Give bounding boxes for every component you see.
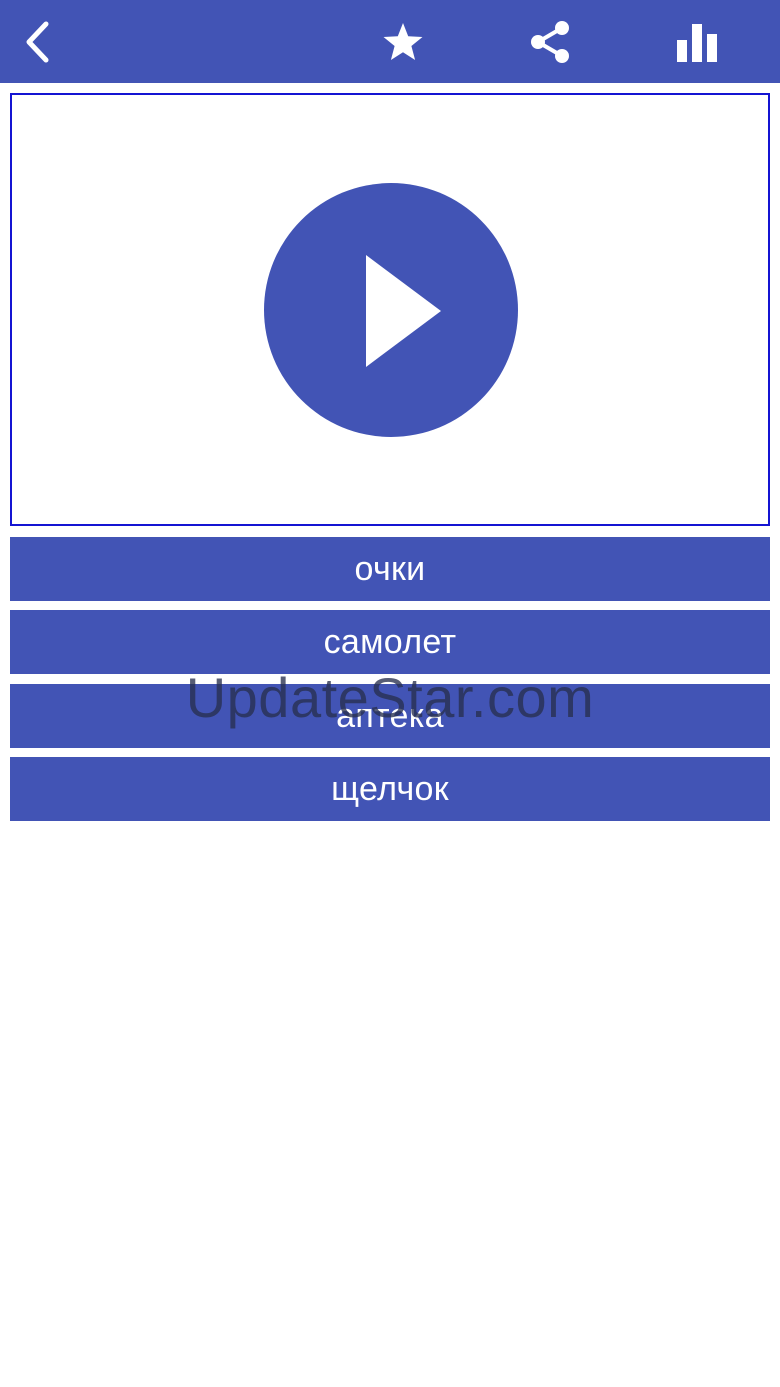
answer-option-4[interactable]: щелчок <box>10 757 770 821</box>
star-icon <box>383 22 423 60</box>
bar-chart-icon <box>677 23 717 62</box>
answer-option-1[interactable]: очки <box>10 537 770 601</box>
video-player <box>10 93 770 526</box>
favorite-button[interactable] <box>363 0 443 83</box>
share-button[interactable] <box>510 0 590 83</box>
back-button[interactable] <box>0 0 76 83</box>
answer-option-2[interactable]: самолет <box>10 610 770 674</box>
statistics-button[interactable] <box>657 0 737 83</box>
share-icon <box>531 20 569 63</box>
chevron-left-icon <box>26 21 49 62</box>
top-app-bar <box>0 0 780 83</box>
answer-option-3[interactable]: аптека <box>10 684 770 748</box>
play-icon[interactable] <box>263 182 519 438</box>
